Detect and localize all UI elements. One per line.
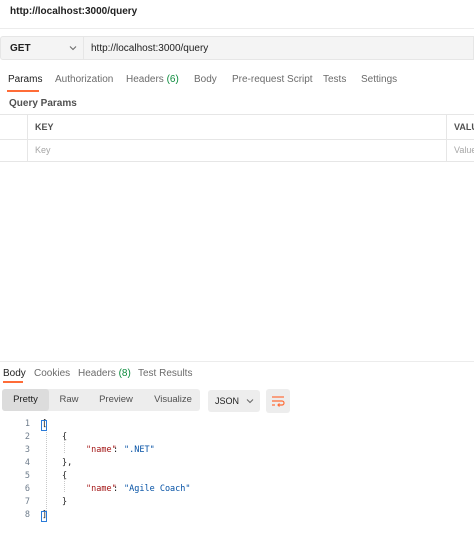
response-tab-test-results[interactable]: Test Results xyxy=(138,368,192,379)
active-tab-indicator xyxy=(7,90,39,92)
tab-body[interactable]: Body xyxy=(194,74,217,85)
response-tab-headers-count: (8) xyxy=(118,368,131,379)
response-tabs: Body Cookies Headers (8) Test Results xyxy=(0,363,474,383)
tab-headers[interactable]: Headers (6) xyxy=(126,74,179,85)
tab-headers-count: (6) xyxy=(166,74,179,85)
object-close-brace: } xyxy=(62,497,68,507)
wrap-lines-icon xyxy=(272,396,285,407)
line-number: 2 xyxy=(24,432,30,442)
bracket-match-highlight xyxy=(41,420,47,431)
column-header-key: KEY xyxy=(35,122,54,132)
response-tab-headers[interactable]: Headers (8) xyxy=(78,368,131,379)
object-open-brace: { xyxy=(62,432,68,442)
line-number: 8 xyxy=(24,510,30,520)
wrap-lines-button[interactable] xyxy=(266,389,290,413)
tab-headers-label: Headers xyxy=(126,74,164,85)
code-line: 6 "name" : "Agile Coach" xyxy=(0,484,474,497)
tab-settings[interactable]: Settings xyxy=(361,74,397,85)
response-tab-test-results-label: Test Results xyxy=(138,368,193,379)
table-row-separator xyxy=(0,139,474,140)
view-mode-selector: Pretty Raw Preview Visualize xyxy=(2,389,200,411)
column-divider xyxy=(446,115,447,161)
line-number: 7 xyxy=(24,497,30,507)
response-tab-cookies-label: Cookies xyxy=(34,368,71,379)
url-input[interactable]: http://localhost:3000/query xyxy=(84,36,474,60)
code-line: 1 [ xyxy=(0,419,474,432)
line-number: 6 xyxy=(24,484,30,494)
query-params-heading: Query Params xyxy=(9,98,77,109)
view-raw-button[interactable]: Raw xyxy=(50,389,88,411)
chevron-down-icon xyxy=(69,46,77,51)
line-number: 5 xyxy=(24,471,30,481)
tab-authorization[interactable]: Authorization xyxy=(55,74,113,85)
line-number: 4 xyxy=(24,458,30,468)
method-select[interactable]: GET xyxy=(0,36,84,60)
column-divider xyxy=(27,115,28,161)
format-select[interactable]: JSON xyxy=(208,390,260,412)
line-number: 1 xyxy=(24,419,30,429)
response-tab-body[interactable]: Body xyxy=(3,368,26,379)
line-number: 3 xyxy=(24,445,30,455)
view-pretty-button[interactable]: Pretty xyxy=(2,389,49,411)
tab-pre-request-script-label: Pre-request Script xyxy=(232,74,313,85)
object-open-brace: { xyxy=(62,471,68,481)
request-title: http://localhost:3000/query xyxy=(10,6,138,17)
key-input[interactable]: Key xyxy=(35,145,51,155)
tab-tests[interactable]: Tests xyxy=(323,74,346,85)
view-preview-button[interactable]: Preview xyxy=(90,389,142,411)
response-tab-body-label: Body xyxy=(3,368,26,379)
json-value: ".NET" xyxy=(124,445,155,455)
method-label: GET xyxy=(10,42,31,54)
active-response-tab-indicator xyxy=(3,381,23,383)
tab-pre-request-script[interactable]: Pre-request Script xyxy=(232,74,313,85)
tab-settings-label: Settings xyxy=(361,74,398,85)
title-divider xyxy=(0,28,474,29)
format-label: JSON xyxy=(215,396,240,406)
column-header-value: VALU xyxy=(454,122,474,132)
response-tab-cookies[interactable]: Cookies xyxy=(34,368,70,379)
code-line: 2 { xyxy=(0,432,474,445)
code-line: 8 ] xyxy=(0,510,474,523)
request-tabs: Params Authorization Headers (6) Body Pr… xyxy=(0,70,474,90)
code-line: 5 { xyxy=(0,471,474,484)
code-line: 3 "name" : ".NET" xyxy=(0,445,474,458)
chevron-down-icon xyxy=(246,399,254,404)
url-text: http://localhost:3000/query xyxy=(91,42,209,54)
tab-authorization-label: Authorization xyxy=(55,74,114,85)
code-line: 4 }, xyxy=(0,458,474,471)
query-params-table: KEY VALU Key Value xyxy=(0,114,474,162)
response-tab-headers-label: Headers xyxy=(78,368,116,379)
response-divider xyxy=(0,361,474,362)
object-close-brace: }, xyxy=(62,458,73,468)
tab-tests-label: Tests xyxy=(323,74,347,85)
tab-params-label: Params xyxy=(8,74,43,85)
tab-body-label: Body xyxy=(194,74,217,85)
view-visualize-button[interactable]: Visualize xyxy=(146,389,200,411)
value-input[interactable]: Value xyxy=(454,145,474,155)
bracket-match-highlight xyxy=(41,511,47,522)
json-colon: : xyxy=(113,445,119,455)
code-line: 7 } xyxy=(0,497,474,510)
tab-params[interactable]: Params xyxy=(8,74,42,85)
json-value: "Agile Coach" xyxy=(124,484,191,494)
json-colon: : xyxy=(113,484,119,494)
